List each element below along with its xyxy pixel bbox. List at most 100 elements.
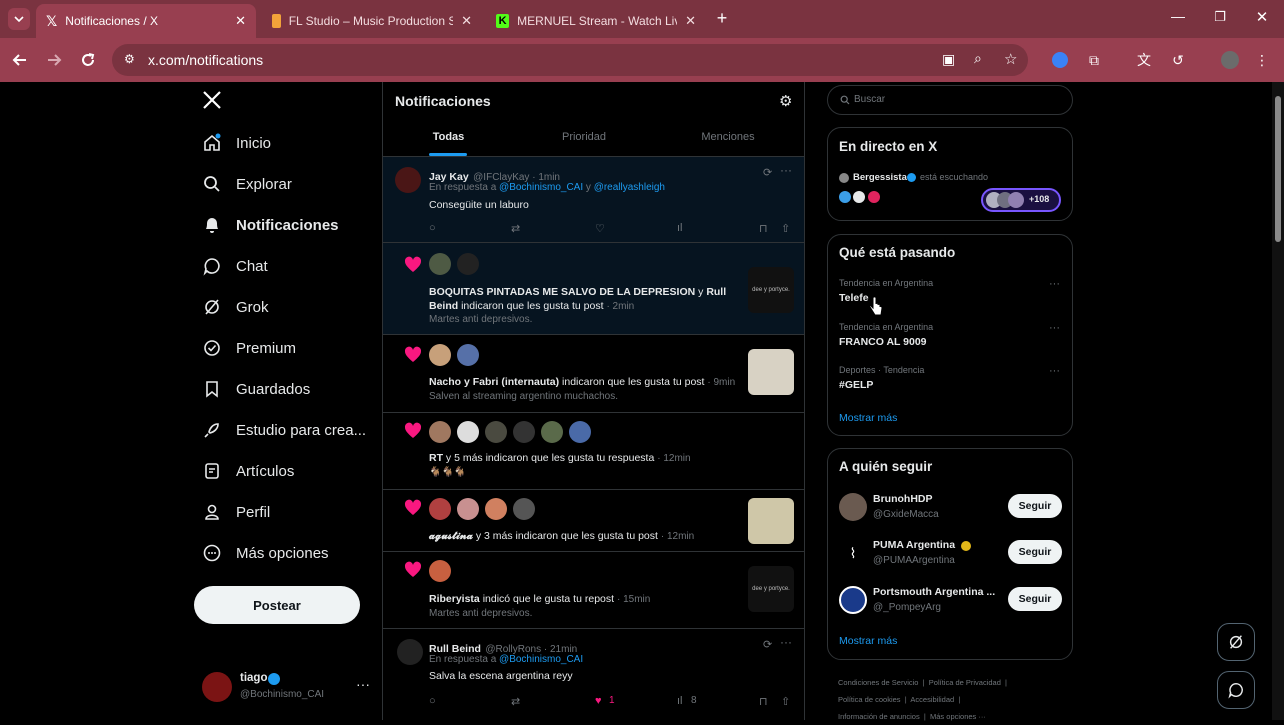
show-more-link[interactable]: Mostrar más [839,412,897,424]
follow-button[interactable]: Seguir [1008,494,1062,518]
like-notification[interactable]: BOQUITAS PINTADAS ME SALVO DE LA DEPRESI… [383,243,804,335]
tab-todas[interactable]: Todas [383,122,514,156]
nav-estudio[interactable]: Estudio para crea... [200,412,366,448]
nav-premium[interactable]: Premium [200,330,296,366]
extension-blue-icon[interactable] [1050,50,1070,70]
like-notification[interactable]: 𝓪𝓰𝓾𝓼𝓽𝓲𝓷𝓪 y 3 más indicaron que les gusta… [383,490,804,552]
more-icon[interactable]: ··· [1049,322,1060,334]
tab-fl-studio[interactable]: FL Studio – Music Production S... ✕ [262,4,482,38]
tab-notificaciones[interactable]: 𝕏 Notificaciones / X ✕ [36,4,256,38]
close-tab-icon[interactable]: ✕ [235,13,246,29]
post-thumbnail[interactable]: dee y portyce. [748,566,794,612]
like-notification[interactable]: RT y 5 más indicaron que les gusta tu re… [383,413,804,490]
close-window-button[interactable]: ✕ [1252,8,1272,26]
reload-button[interactable] [76,48,100,72]
follow-title: A quién seguir [839,459,933,474]
trend-item[interactable]: Deportes · Tendencia #GELP ··· [839,365,1063,397]
extensions-puzzle-icon[interactable]: ⧉ [1084,50,1104,70]
follow-button[interactable]: Seguir [1008,540,1062,564]
share-icon[interactable]: ⇧ [781,222,790,235]
post-thumbnail[interactable]: dee y portyce. [748,267,794,313]
minimize-button[interactable]: — [1168,8,1188,24]
mention-link[interactable]: @reallyashleigh [594,182,665,193]
like-notification[interactable]: Nacho y Fabri (internauta) indicaron que… [383,335,804,413]
more-icon[interactable]: ··· [1049,278,1060,290]
mention-link[interactable]: @Bochinismo_CAI [499,654,583,665]
tab-mernuel-stream[interactable]: K MERNUEL Stream - Watch Live ✕ [486,4,706,38]
scrollbar[interactable] [1272,82,1284,720]
footer-link[interactable]: Condiciones de Servicio [838,678,918,687]
nav-guardados[interactable]: Guardados [200,371,310,407]
like-icon[interactable]: ♡ [595,222,605,235]
footer-link[interactable]: Accesibilidad [910,695,954,704]
tab-prioridad[interactable]: Prioridad [514,122,654,152]
account-switcher[interactable]: tiago @Bochinismo_CAI ··· [200,668,376,706]
restore-button[interactable]: ❐ [1210,9,1230,25]
post-thumbnail[interactable] [748,349,794,395]
post-thumbnail[interactable] [748,498,794,544]
tab-menciones[interactable]: Menciones [663,122,793,152]
nav-grok[interactable]: Grok [200,289,269,325]
site-info-icon[interactable]: ⚙ [124,52,135,66]
show-more-link[interactable]: Mostrar más [839,635,897,647]
trend-item[interactable]: Tendencia en Argentina FRANCO AL 9009 ··… [839,322,1063,354]
like-repost-notification[interactable]: Riberyista indicó que le gusta tu repost… [383,552,804,629]
views-icon[interactable]: ıl [677,695,683,707]
bookmark-icon[interactable]: ⊓ [759,222,768,235]
live-space[interactable]: Bergessista está escuchando +108 [839,170,1063,212]
history-icon[interactable]: ↺ [1168,50,1188,70]
forward-button[interactable] [42,48,66,72]
close-tab-icon[interactable]: ✕ [461,13,472,29]
more-icon[interactable]: ··· [1049,365,1060,377]
grok-icon[interactable]: ⟳ [763,638,772,651]
home-icon [200,131,224,155]
grok-floating-button[interactable] [1217,623,1255,661]
nav-explorar[interactable]: Explorar [200,166,292,202]
mention-link[interactable]: @Bochinismo_CAI [499,182,583,193]
follow-button[interactable]: Seguir [1008,587,1062,611]
nav-perfil[interactable]: Perfil [200,494,270,530]
views-icon[interactable]: ıl [677,222,683,234]
nav-chat[interactable]: Chat [200,248,268,284]
bookmark-star-icon[interactable]: ☆ [1004,50,1017,68]
avatar [395,167,421,193]
profile-avatar[interactable] [1220,50,1240,70]
nav-mas-opciones[interactable]: Más opciones [200,535,329,571]
chat-floating-button[interactable] [1217,671,1255,709]
post-button[interactable]: Postear [194,586,360,624]
repost-icon[interactable]: ⇄ [511,695,520,708]
back-button[interactable] [8,48,32,72]
more-icon[interactable]: ··· [780,635,792,649]
reply-notification-jay-kay[interactable]: Jay Kay @IFClayKay · 1min En respuesta a… [383,157,804,243]
close-tab-icon[interactable]: ✕ [685,13,696,29]
new-tab-button[interactable]: + [712,8,732,30]
like-icon[interactable]: ♥ [595,695,602,707]
person-icon [200,500,224,524]
grok-icon[interactable]: ⟳ [763,166,772,179]
tab-search-button[interactable] [8,8,30,30]
nav-articulos[interactable]: Artículos [200,453,294,489]
search-input[interactable]: Buscar [827,85,1073,115]
reply-notification-rull-beind[interactable]: Rull Beind @RollyRons · 21min En respues… [383,629,804,720]
share-icon[interactable]: ⇧ [781,695,790,708]
bookmark-icon[interactable]: ⊓ [759,695,768,708]
status-dot-red [868,191,880,203]
translate-icon[interactable]: 文 [1134,50,1154,70]
x-logo[interactable] [202,90,226,114]
footer-link[interactable]: Política de Privacidad [929,678,1001,687]
nav-inicio[interactable]: Inicio [200,125,271,161]
zoom-icon[interactable]: ⌕ [974,50,982,67]
footer-link[interactable]: Política de cookies [838,695,901,704]
scrollbar-thumb[interactable] [1275,96,1281,242]
settings-icon[interactable]: ⚙ [779,92,792,110]
reply-icon[interactable]: ○ [429,695,436,707]
nav-notificaciones[interactable]: Notificaciones [200,207,339,243]
browser-menu-icon[interactable]: ⋮ [1252,50,1272,70]
more-icon[interactable]: ··· [780,163,792,177]
arrow-left-icon [12,54,26,66]
address-bar[interactable]: ⚙ x.com/notifications ▣ ⌕ ☆ [112,44,1028,76]
repost-icon[interactable]: ⇄ [511,222,520,235]
reply-icon[interactable]: ○ [429,222,436,234]
cast-icon[interactable]: ▣ [942,51,955,68]
chevron-down-icon [14,16,24,23]
